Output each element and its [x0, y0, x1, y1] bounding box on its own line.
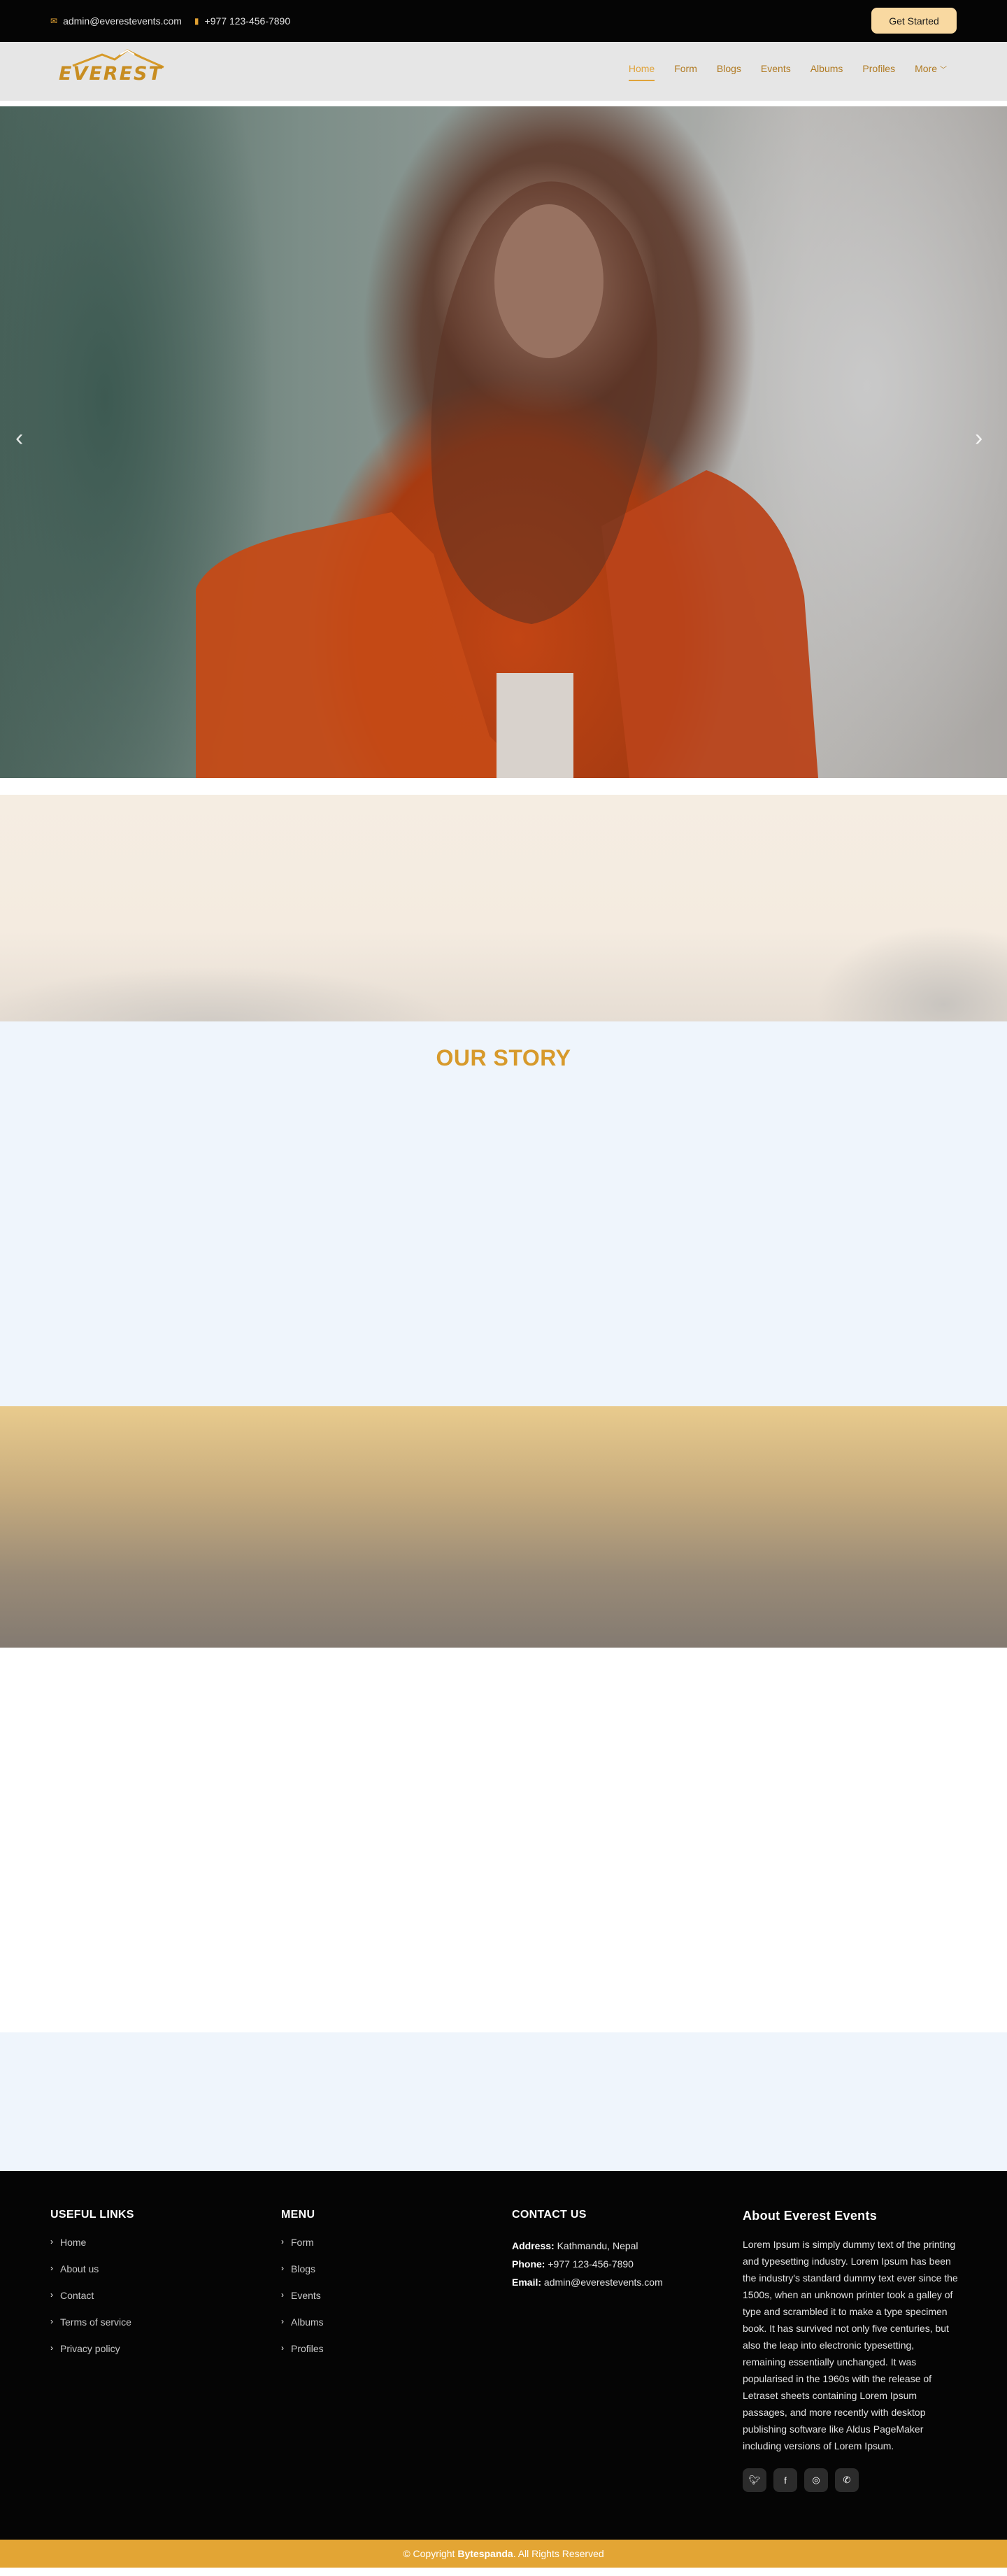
contact-phone: Phone: +977 123-456-7890	[512, 2255, 663, 2273]
nav-item-blogs[interactable]: Blogs	[707, 63, 751, 81]
chevron-right-icon: ›	[50, 2263, 53, 2273]
footer-link-about[interactable]: › About us	[50, 2263, 134, 2290]
envelope-icon: ✉	[50, 16, 58, 26]
footer-link-label: Privacy policy	[60, 2343, 120, 2354]
chevron-left-icon[interactable]: ‹	[15, 425, 23, 452]
footer-contact: CONTACT US Address: Kathmandu, Nepal Pho…	[512, 2209, 663, 2291]
menu-title: MENU	[281, 2209, 315, 2221]
top-contact: ✉ admin@everestevents.com ▮ +977 123-456…	[50, 15, 290, 27]
twitter-icon[interactable]: 🐦︎	[743, 2468, 766, 2492]
chevron-right-icon: ›	[50, 2316, 53, 2326]
footer-link-home[interactable]: › Home	[50, 2237, 134, 2263]
phone-icon: ▮	[194, 16, 199, 26]
logo[interactable]: EVEREST	[59, 48, 178, 85]
nav-item-more[interactable]: More ﹀	[905, 63, 957, 81]
footer-menu-albums[interactable]: › Albums	[281, 2316, 324, 2343]
our-story-title: OUR STORY	[436, 1045, 571, 1070]
chevron-right-icon: ›	[281, 2343, 284, 2353]
top-phone-text: +977 123-456-7890	[204, 15, 291, 27]
top-bar: ✉ admin@everestevents.com ▮ +977 123-456…	[0, 0, 1007, 42]
nav-item-profiles[interactable]: Profiles	[852, 63, 905, 81]
facebook-icon[interactable]: f	[773, 2468, 797, 2492]
about-text: Lorem Ipsum is simply dummy text of the …	[743, 2239, 958, 2451]
address-label: Address:	[512, 2240, 555, 2251]
about-title: About Everest Events	[743, 2209, 878, 2223]
footer-link-privacy[interactable]: › Privacy policy	[50, 2343, 134, 2370]
top-phone[interactable]: ▮ +977 123-456-7890	[194, 15, 290, 27]
address-value: Kathmandu, Nepal	[557, 2240, 638, 2251]
copyright-company: Bytespanda	[457, 2548, 513, 2559]
chevron-right-icon[interactable]: ›	[975, 425, 983, 452]
email-label: Email:	[512, 2277, 542, 2288]
gradient-section	[0, 1406, 1007, 1648]
nav-item-form[interactable]: Form	[664, 63, 707, 81]
content-section	[0, 1648, 1007, 2032]
navbar: EVEREST Home Form Blogs Events Albums Pr…	[0, 42, 1007, 101]
banner-section	[0, 795, 1007, 1021]
footer-link-label: Terms of service	[60, 2316, 131, 2328]
useful-links-title: USEFUL LINKS	[50, 2209, 134, 2221]
chevron-right-icon: ›	[50, 2290, 53, 2300]
contact-address: Address: Kathmandu, Nepal	[512, 2237, 663, 2255]
copyright-bar: © Copyright Bytespanda. All Rights Reser…	[0, 2540, 1007, 2568]
contact-email: Email: admin@everestevents.com	[512, 2273, 663, 2291]
phone-value[interactable]: +977 123-456-7890	[548, 2258, 634, 2270]
footer: USEFUL LINKS › Home › About us › Contact › T…	[0, 2171, 1007, 2540]
footer-menu-label: Albums	[291, 2316, 324, 2328]
chevron-down-icon: ﹀	[940, 66, 947, 74]
email-value[interactable]: admin@everestevents.com	[544, 2277, 663, 2288]
footer-menu: MENU › Form › Blogs › Events › Albums › Profi…	[281, 2209, 324, 2370]
get-started-button[interactable]: Get Started	[871, 8, 957, 34]
footer-menu-events[interactable]: › Events	[281, 2290, 324, 2316]
footer-link-label: Contact	[60, 2290, 94, 2301]
nav-more-label: More	[915, 63, 937, 74]
footer-link-label: Home	[60, 2237, 87, 2248]
chevron-right-icon: ›	[281, 2263, 284, 2273]
chevron-right-icon: ›	[281, 2290, 284, 2300]
phone-label: Phone:	[512, 2258, 545, 2270]
pre-footer-section	[0, 2032, 1007, 2171]
instagram-icon[interactable]: ◎	[804, 2468, 828, 2492]
copyright-suffix: . All Rights Reserved	[513, 2548, 604, 2559]
footer-menu-label: Blogs	[291, 2263, 316, 2274]
social-links: 🐦︎ f ◎ ✆	[743, 2468, 959, 2492]
main-nav: Home Form Blogs Events Albums Profiles M…	[619, 63, 957, 81]
nav-item-home[interactable]: Home	[619, 63, 664, 81]
footer-link-label: About us	[60, 2263, 99, 2274]
logo-text: EVEREST	[59, 63, 163, 85]
footer-about: About Everest Events Lorem Ipsum is simp…	[743, 2209, 959, 2492]
chevron-right-icon: ›	[281, 2237, 284, 2246]
nav-item-events[interactable]: Events	[751, 63, 801, 81]
contact-title: CONTACT US	[512, 2209, 587, 2221]
whatsapp-icon[interactable]: ✆	[835, 2468, 859, 2492]
nav-item-albums[interactable]: Albums	[801, 63, 853, 81]
footer-menu-profiles[interactable]: › Profiles	[281, 2343, 324, 2370]
footer-link-contact[interactable]: › Contact	[50, 2290, 134, 2316]
footer-menu-label: Events	[291, 2290, 321, 2301]
footer-link-terms[interactable]: › Terms of service	[50, 2316, 134, 2343]
top-email[interactable]: ✉ admin@everestevents.com	[50, 15, 182, 27]
footer-useful-links: USEFUL LINKS › Home › About us › Contact › T…	[50, 2209, 134, 2370]
our-story-section: OUR STORY	[0, 1021, 1007, 1406]
hero-image	[196, 181, 818, 778]
copyright-prefix: © Copyright	[403, 2548, 455, 2559]
footer-menu-label: Form	[291, 2237, 314, 2248]
footer-menu-label: Profiles	[291, 2343, 324, 2354]
chevron-right-icon: ›	[50, 2237, 53, 2246]
footer-menu-form[interactable]: › Form	[281, 2237, 324, 2263]
top-email-text: admin@everestevents.com	[63, 15, 182, 27]
hero-carousel: ‹ ›	[0, 106, 1007, 778]
chevron-right-icon: ›	[50, 2343, 53, 2353]
chevron-right-icon: ›	[281, 2316, 284, 2326]
footer-menu-blogs[interactable]: › Blogs	[281, 2263, 324, 2290]
